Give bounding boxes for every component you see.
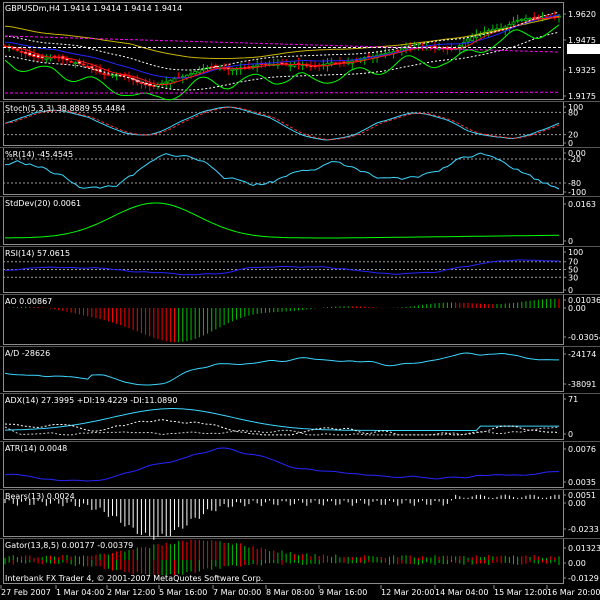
indicator-label-bears: Bears(13) 0.0024 [5, 492, 75, 501]
candle-body [172, 78, 177, 83]
indicator-label-ao: AO 0.00867 [5, 297, 52, 306]
indicator-scale-label: 0.01323 [568, 544, 600, 553]
candle-body [168, 79, 173, 84]
time-axis-label: 27 Feb 2007 [1, 588, 51, 597]
indicator-label-gator: Gator(13,8,5) 0.00177 -0.00379 [5, 541, 133, 550]
candle-body [395, 49, 400, 52]
candle-body [511, 21, 516, 25]
price-scale-label: 1.9475 [568, 36, 596, 45]
indicator-label-ad: A/D -28626 [5, 349, 50, 358]
time-axis-label: 12 Mar 20:00 [381, 588, 434, 597]
candle-body [77, 61, 82, 65]
candle-body [85, 65, 90, 68]
time-axis-label: 16 Mar 20:00 [547, 588, 600, 597]
candle-body [19, 51, 24, 53]
time-axis-label: 7 Mar 00:00 [213, 588, 261, 597]
indicator-scale-label: 71 [568, 395, 578, 404]
time-axis-label: 14 Mar 04:00 [435, 588, 488, 597]
candle-body [89, 65, 94, 69]
indicator-scale-label: 30 [568, 273, 578, 282]
current-price-label: 1.9414 [569, 45, 597, 54]
candle-body [164, 81, 169, 84]
chart-window[interactable]: 1.9620 1.94751.9414 1.9325 1.9175 GBPUSDm,H4… [0, 0, 600, 600]
candle-body [15, 48, 20, 51]
price-scale-label: 1.9325 [568, 66, 596, 75]
candle-body [466, 38, 470, 42]
indicator-label-stoch: Stoch(5,3,3) 38.8889 55.4484 [5, 104, 125, 113]
candle-body [519, 18, 524, 21]
candle-body [23, 51, 28, 55]
indicator-scale-label: 0 [568, 139, 573, 148]
candle-body [515, 19, 520, 22]
indicator-scale-label: -38091 [568, 380, 596, 389]
time-axis-label: 15 Mar 12:00 [494, 588, 547, 597]
candle-body [65, 58, 69, 61]
indicator-scale-label: -0.0129 [568, 574, 599, 583]
candle-body [532, 17, 537, 19]
candle-body [524, 18, 528, 21]
indicator-scale-label: -20 [568, 155, 581, 164]
candle-body [197, 69, 202, 73]
indicator-scale-label: 0.00 [568, 304, 586, 313]
indicator-scale-label: 0.0076 [568, 445, 596, 454]
candle-body [230, 68, 235, 71]
candle-body [36, 54, 40, 58]
indicator-scale-label: -0.03054 [568, 333, 600, 342]
chart-background [0, 0, 600, 600]
candle-body [329, 62, 334, 65]
indicator-scale-label: -24174 [568, 350, 596, 359]
indicator-scale-label: -80 [568, 179, 581, 188]
candle-body [528, 17, 532, 20]
indicator-scale-label: 0.00 [568, 559, 586, 568]
candle-body [288, 64, 293, 67]
indicator-label-adx: ADX(14) 27.3995 +DI:19.4229 -DI:11.0890 [5, 396, 177, 405]
candle-body [247, 66, 251, 69]
indicator-scale-label: 0 [568, 430, 573, 439]
indicator-scale-label: 80 [568, 108, 578, 117]
indicator-scale-label: -100 [568, 188, 586, 197]
candle-body [106, 73, 111, 76]
copyright-text: Interbank FX Trader 4, © 2001-2007 MetaQ… [5, 574, 263, 583]
price-scale-label: 1.9175 [568, 92, 596, 101]
time-axis-label: 5 Mar 16:00 [159, 588, 207, 597]
candle-body [193, 71, 198, 74]
chart-title: GBPUSDm,H4 1.9414 1.9414 1.9414 1.9414 [5, 4, 182, 13]
candle-body [73, 62, 78, 65]
candle-body [11, 47, 16, 50]
candle-body [255, 64, 260, 67]
indicator-label-wpr: %R(14) -45.4545 [5, 150, 73, 159]
candle-body [81, 63, 86, 66]
indicator-label-rsi: RSI(14) 57.0615 [5, 249, 70, 258]
price-scale-label: 1.9620 [568, 10, 596, 19]
candle-body [27, 52, 32, 56]
indicator-scale-label: 0.00 [568, 499, 586, 508]
indicator-scale-label: 100 [568, 248, 583, 257]
time-axis-label: 2 Mar 12:00 [107, 588, 155, 597]
candle-body [44, 57, 49, 60]
candle-body [32, 53, 36, 57]
time-axis-label: 1 Mar 04:00 [56, 588, 104, 597]
candle-body [102, 73, 107, 75]
time-axis-label: 8 Mar 08:00 [266, 588, 314, 597]
indicator-label-stddev: StdDev(20) 0.0061 [5, 199, 81, 208]
indicator-label-atr: ATR(14) 0.0048 [5, 444, 67, 453]
indicator-scale-label: 0 [568, 237, 573, 246]
indicator-scale-label: -0.0233 [568, 525, 599, 534]
time-axis-label: 9 Mar 16:00 [319, 588, 367, 597]
candle-body [69, 61, 74, 63]
candle-body [110, 74, 115, 77]
indicator-scale-label: 0.0163 [568, 200, 596, 209]
candle-body [309, 65, 313, 68]
indicator-scale-label: 0 [568, 286, 573, 295]
candle-body [40, 56, 45, 59]
candle-body [189, 73, 193, 76]
indicator-scale-label: 0.0035 [568, 478, 596, 487]
